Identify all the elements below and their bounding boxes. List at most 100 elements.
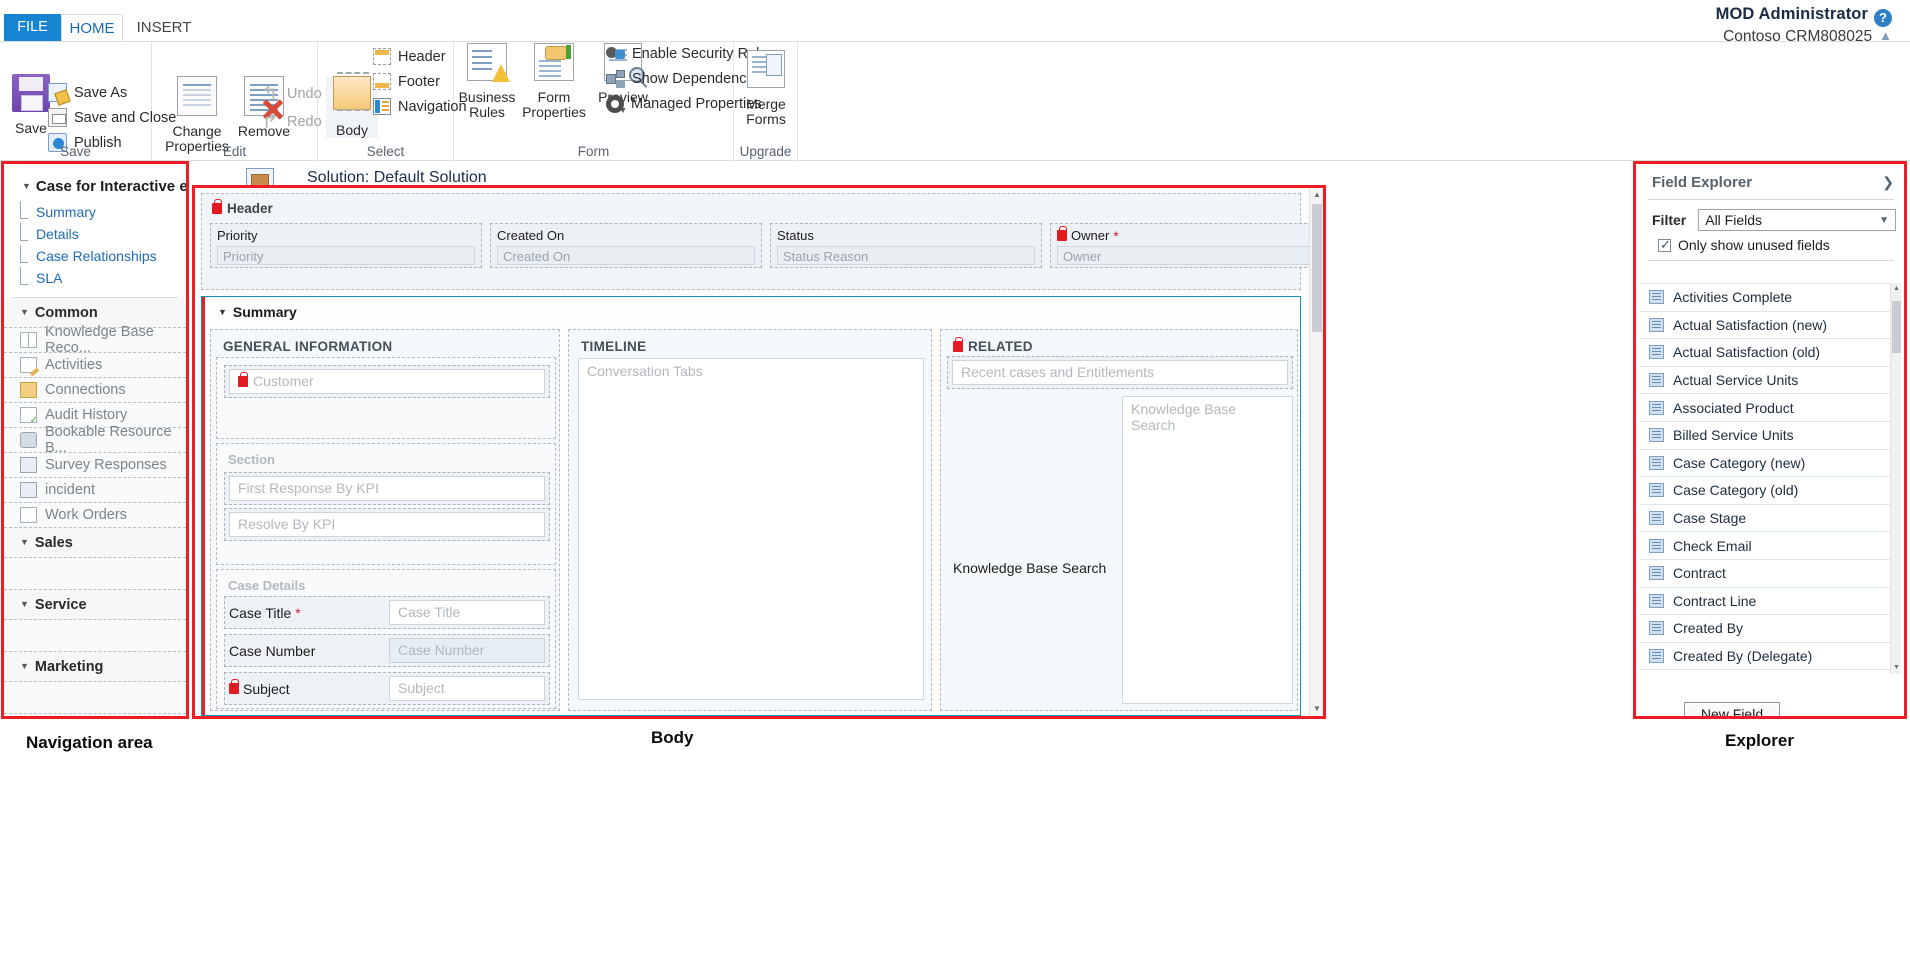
form-summary-tab[interactable]: ▼Summary GENERAL INFORMATION Customer	[201, 296, 1301, 716]
save-as-button[interactable]: Save As	[48, 83, 127, 102]
field-list-item[interactable]: Contract Line	[1639, 588, 1901, 616]
nav-item-survey-responses[interactable]: Survey Responses	[4, 453, 186, 478]
chevron-right-icon[interactable]: ❯	[1882, 174, 1894, 191]
lock-icon	[1057, 230, 1067, 241]
subject-input[interactable]: Subject	[389, 676, 545, 701]
nav-subitem-sla[interactable]: SLA	[4, 267, 186, 289]
field-list-item[interactable]: Case Category (old)	[1639, 477, 1901, 505]
field-list-item[interactable]: Created By	[1639, 615, 1901, 643]
field-list-item[interactable]: Check Email	[1639, 532, 1901, 560]
scroll-down-icon[interactable]: ▼	[1310, 702, 1323, 716]
field-list-item[interactable]: Created By (Delegate)	[1639, 643, 1901, 671]
control-case-number[interactable]: Case Number Case Number	[224, 634, 550, 667]
control-customer[interactable]: Customer	[224, 365, 550, 398]
field-list-item[interactable]: Actual Satisfaction (old)	[1639, 339, 1901, 367]
navigation-button[interactable]: Navigation	[373, 98, 467, 115]
field-list[interactable]: Activities Complete Actual Satisfaction …	[1639, 283, 1901, 674]
nav-item-knowledge-base[interactable]: Knowledge Base Reco...	[4, 328, 186, 353]
header-field-priority[interactable]: Priority Priority	[210, 223, 482, 268]
nav-item-bookable-resource[interactable]: Bookable Resource B...	[4, 428, 186, 453]
nav-subitem-summary[interactable]: Summary	[4, 201, 186, 223]
field-list-item[interactable]: Contract	[1639, 560, 1901, 588]
first-response-by-kpi-input[interactable]: First Response By KPI	[229, 476, 545, 501]
required-indicator: *	[1113, 232, 1118, 240]
scroll-up-icon[interactable]: ▲	[1310, 188, 1323, 202]
field-list-item[interactable]: Created By (External Party)	[1639, 670, 1901, 674]
nav-item-connections[interactable]: Connections	[4, 378, 186, 403]
case-title-input[interactable]: Case Title	[389, 600, 545, 625]
scroll-thumb[interactable]	[1312, 204, 1322, 332]
business-rules-button[interactable]: Business Rules	[458, 43, 516, 120]
nav-subitem-details[interactable]: Details	[4, 223, 186, 245]
scroll-down-icon[interactable]: ▼	[1891, 662, 1902, 674]
field-icon	[1649, 290, 1664, 304]
summary-column-timeline[interactable]: TIMELINE Conversation Tabs	[568, 329, 932, 711]
field-list-item[interactable]: Actual Satisfaction (new)	[1639, 312, 1901, 340]
field-list-item[interactable]: Case Category (new)	[1639, 450, 1901, 478]
field-list-item[interactable]: Billed Service Units	[1639, 422, 1901, 450]
case-number-input[interactable]: Case Number	[389, 638, 545, 663]
filter-select[interactable]: All Fields ▼	[1698, 209, 1896, 231]
tab-home[interactable]: HOME	[61, 14, 123, 42]
form-properties-button[interactable]: Form Properties	[516, 43, 592, 120]
scroll-thumb[interactable]	[1892, 301, 1901, 353]
nav-item-activities[interactable]: Activities	[4, 353, 186, 378]
control-subject[interactable]: Subject Subject	[224, 672, 550, 705]
form-header-section[interactable]: Header Priority Priority Created On Crea…	[201, 193, 1301, 290]
knowledge-base-search-control[interactable]: Knowledge Base Search	[1122, 396, 1293, 704]
form-scrollbar[interactable]: ▲ ▼	[1309, 188, 1323, 716]
redo-button[interactable]: ↱ Redo	[260, 112, 322, 132]
only-unused-fields-checkbox[interactable]: Only show unused fields	[1636, 231, 1904, 253]
body-button[interactable]: Body	[326, 76, 378, 138]
tree-branch-icon	[20, 223, 28, 241]
conversation-tabs-control[interactable]: Conversation Tabs	[578, 358, 924, 700]
customer-input[interactable]: Customer	[229, 369, 545, 394]
field-icon	[1649, 649, 1664, 663]
header-field-created-on[interactable]: Created On Created On	[490, 223, 762, 268]
change-properties-button[interactable]: Change Properties	[164, 76, 230, 154]
field-list-item[interactable]: Case Stage	[1639, 505, 1901, 533]
footer-button[interactable]: Footer	[373, 73, 440, 90]
field-explorer-content: Field Explorer ❯ Filter All Fields ▼ Onl…	[1636, 164, 1904, 716]
ribbon-group-upgrade: Merge Forms Upgrade	[734, 42, 798, 161]
nav-group-service[interactable]: ▼Service	[4, 590, 186, 620]
field-list-scrollbar[interactable]: ▲ ▼	[1890, 283, 1901, 674]
resolve-by-kpi-input[interactable]: Resolve By KPI	[229, 512, 545, 537]
control-recent-cases[interactable]: Recent cases and Entitlements	[947, 356, 1293, 389]
control-first-response-by-kpi[interactable]: First Response By KPI	[224, 472, 550, 505]
summary-column-related[interactable]: RELATED Recent cases and Entitlements Kn…	[940, 329, 1298, 711]
nav-root-title[interactable]: ▼Case for Interactive ex...	[4, 164, 186, 201]
tab-insert[interactable]: INSERT	[127, 14, 201, 41]
nav-item-incident[interactable]: incident	[4, 478, 186, 503]
merge-forms-button[interactable]: Merge Forms	[740, 50, 792, 127]
field-list-item[interactable]: Actual Service Units	[1639, 367, 1901, 395]
field-list-item[interactable]: Associated Product	[1639, 394, 1901, 422]
field-icon	[1649, 566, 1664, 580]
ribbon-group-label-form: Form	[454, 144, 733, 159]
undo-button[interactable]: ↰ Undo	[260, 84, 322, 104]
tab-file[interactable]: FILE	[4, 14, 61, 41]
header-field-priority-input[interactable]: Priority	[217, 246, 475, 265]
nav-item-work-orders[interactable]: Work Orders	[4, 503, 186, 528]
subsection-case-details[interactable]: Case Details Case Title * Case Title Cas…	[216, 569, 556, 709]
header-field-status[interactable]: Status Status Reason	[770, 223, 1042, 268]
new-field-button[interactable]: New Field	[1684, 702, 1780, 716]
scroll-up-icon[interactable]: ▲	[1891, 283, 1902, 295]
header-field-created-on-input[interactable]: Created On	[497, 246, 755, 265]
control-case-title[interactable]: Case Title * Case Title	[224, 596, 550, 629]
header-field-status-input[interactable]: Status Reason	[777, 246, 1035, 265]
lock-icon	[238, 376, 248, 387]
header-button[interactable]: Header	[373, 48, 446, 65]
summary-column-general-information[interactable]: GENERAL INFORMATION Customer Section Fir…	[210, 329, 560, 711]
field-list-item[interactable]: Activities Complete	[1639, 284, 1901, 312]
header-field-owner[interactable]: Owner * Owner	[1050, 223, 1322, 268]
nav-group-sales[interactable]: ▼Sales	[4, 528, 186, 558]
nav-group-marketing[interactable]: ▼Marketing	[4, 652, 186, 682]
control-resolve-by-kpi[interactable]: Resolve By KPI	[224, 508, 550, 541]
subsection-customer[interactable]: Customer	[216, 357, 556, 439]
recent-cases-input[interactable]: Recent cases and Entitlements	[952, 360, 1288, 385]
header-field-owner-input[interactable]: Owner	[1057, 246, 1315, 265]
subsection-section[interactable]: Section First Response By KPI Resolve By…	[216, 443, 556, 565]
nav-subitem-case-relationships[interactable]: Case Relationships	[4, 245, 186, 267]
nav-group-process-sessions[interactable]: ▼Process Sessions	[4, 714, 186, 716]
